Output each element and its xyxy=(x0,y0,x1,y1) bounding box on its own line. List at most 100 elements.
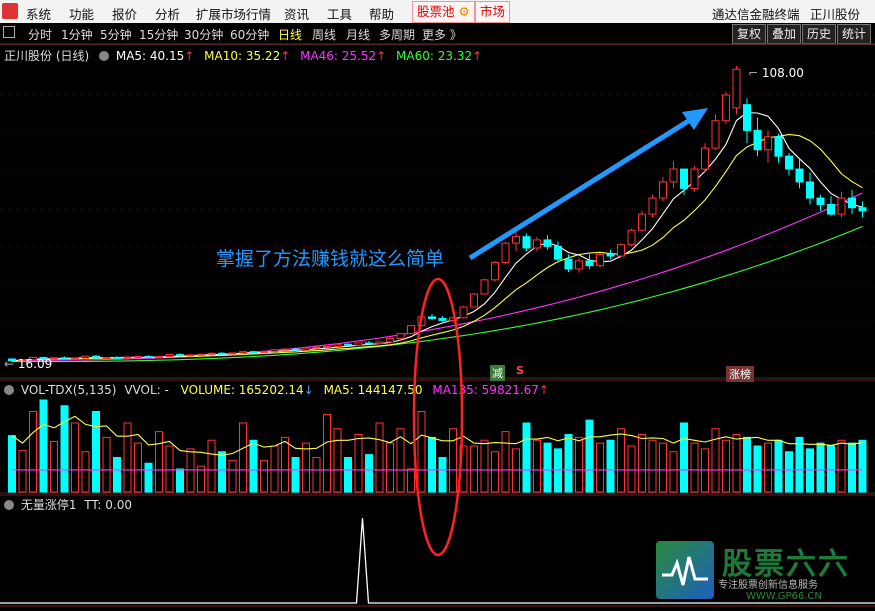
volume-bar xyxy=(417,411,426,493)
annotation-arrow-shaft xyxy=(468,117,692,261)
candle-body xyxy=(165,354,174,357)
candle-body xyxy=(375,341,384,345)
candle-body xyxy=(470,293,478,308)
candle-body xyxy=(554,245,562,260)
high-marker-icon: ⌐ xyxy=(748,66,762,80)
volume-bar xyxy=(743,436,751,493)
candle-body xyxy=(302,347,310,351)
volume-bar xyxy=(606,439,615,493)
volume-bar xyxy=(470,445,478,493)
watermark-slogan: 专注股票创新信息服务 xyxy=(718,580,818,591)
kline-chart[interactable] xyxy=(0,0,875,611)
candle-body xyxy=(207,352,216,355)
candle-body xyxy=(680,168,688,189)
candle-body xyxy=(228,352,237,355)
volume-bar xyxy=(123,422,132,493)
volume-bar xyxy=(218,451,226,493)
candle-body xyxy=(60,357,69,360)
volume-bar xyxy=(659,442,667,493)
volume-bar xyxy=(680,422,688,493)
volume-bar xyxy=(291,457,300,493)
volume-bar xyxy=(648,439,657,493)
volume-bar xyxy=(312,457,321,493)
candle-body xyxy=(438,317,447,321)
high-price-value: 108.00 xyxy=(761,66,804,80)
candle-body xyxy=(480,279,489,295)
low-price-value: 16.09 xyxy=(17,357,53,371)
volume-bar xyxy=(480,439,489,493)
candle-body xyxy=(669,168,678,183)
volume-bar xyxy=(669,451,678,493)
candle-body xyxy=(197,353,205,356)
low-price-label: ← 16.09 xyxy=(4,357,52,371)
candle-body xyxy=(585,260,594,267)
candle-body xyxy=(501,242,510,263)
volume-bar xyxy=(302,442,310,493)
reduce-marker[interactable]: 减 xyxy=(490,365,505,381)
annotation-arrow-head xyxy=(682,108,708,130)
candle-body xyxy=(270,349,279,352)
candle-body xyxy=(858,207,867,212)
volume-bar xyxy=(522,422,531,493)
ma5-line xyxy=(11,112,863,362)
watermark-logo-icon xyxy=(656,541,714,599)
volume-bar xyxy=(795,436,804,493)
volume-bar-series xyxy=(8,399,867,493)
candle-body xyxy=(753,129,762,151)
candle-body xyxy=(848,197,856,209)
volume-bar xyxy=(827,445,835,493)
candle-body xyxy=(764,136,772,151)
volume-bar xyxy=(176,468,184,493)
candle-body xyxy=(281,348,289,351)
low-marker-icon: ← xyxy=(4,357,18,371)
volume-bar xyxy=(627,445,636,493)
volume-bar xyxy=(428,436,436,493)
candle-body xyxy=(123,356,132,359)
candle-body xyxy=(816,197,825,205)
volume-bar xyxy=(260,459,268,493)
candle-body xyxy=(218,352,226,355)
candle-body xyxy=(806,181,814,199)
volume-bar xyxy=(438,457,447,493)
volume-bar xyxy=(239,422,247,493)
candle-body xyxy=(176,354,184,357)
sell-marker[interactable]: S xyxy=(516,364,524,377)
candle-body xyxy=(722,94,730,122)
volume-bar xyxy=(39,399,48,493)
candle-body xyxy=(102,356,111,359)
volume-bar xyxy=(722,439,730,493)
candle-body xyxy=(596,253,604,267)
volume-bar xyxy=(81,451,90,493)
candle-body xyxy=(606,253,615,257)
volume-bar xyxy=(228,459,237,493)
candle-body xyxy=(795,168,804,183)
volume-bar xyxy=(8,435,16,493)
candle-body xyxy=(134,355,142,358)
candle-body xyxy=(690,168,699,189)
volume-bar xyxy=(60,405,69,493)
candle-body xyxy=(732,68,741,109)
candle-body xyxy=(428,316,436,319)
volume-bar xyxy=(407,468,415,493)
candle-body xyxy=(113,356,121,359)
candle-body xyxy=(543,239,552,247)
volume-bar xyxy=(816,442,825,493)
volume-bar xyxy=(165,445,174,493)
annotation-text: 掌握了方法赚钱就这么简单 xyxy=(216,248,445,270)
candle-body xyxy=(743,104,751,131)
watermark: 股票六六 专注股票创新信息服务 WWW.GP66.CN xyxy=(656,541,871,605)
volume-bar xyxy=(102,436,111,493)
candle-body xyxy=(575,260,583,270)
volume-bar xyxy=(134,442,142,493)
volume-bar xyxy=(333,428,342,493)
volume-bar xyxy=(764,442,772,493)
volume-bar xyxy=(732,434,741,493)
top-gainer-marker[interactable]: 涨榜 xyxy=(726,366,754,382)
candle-body xyxy=(344,343,352,346)
candle-body xyxy=(354,342,363,346)
candle-body xyxy=(291,348,300,351)
candle-body xyxy=(249,351,258,354)
volume-bar xyxy=(585,419,594,493)
candle-body xyxy=(333,343,342,348)
candle-body xyxy=(186,354,195,357)
